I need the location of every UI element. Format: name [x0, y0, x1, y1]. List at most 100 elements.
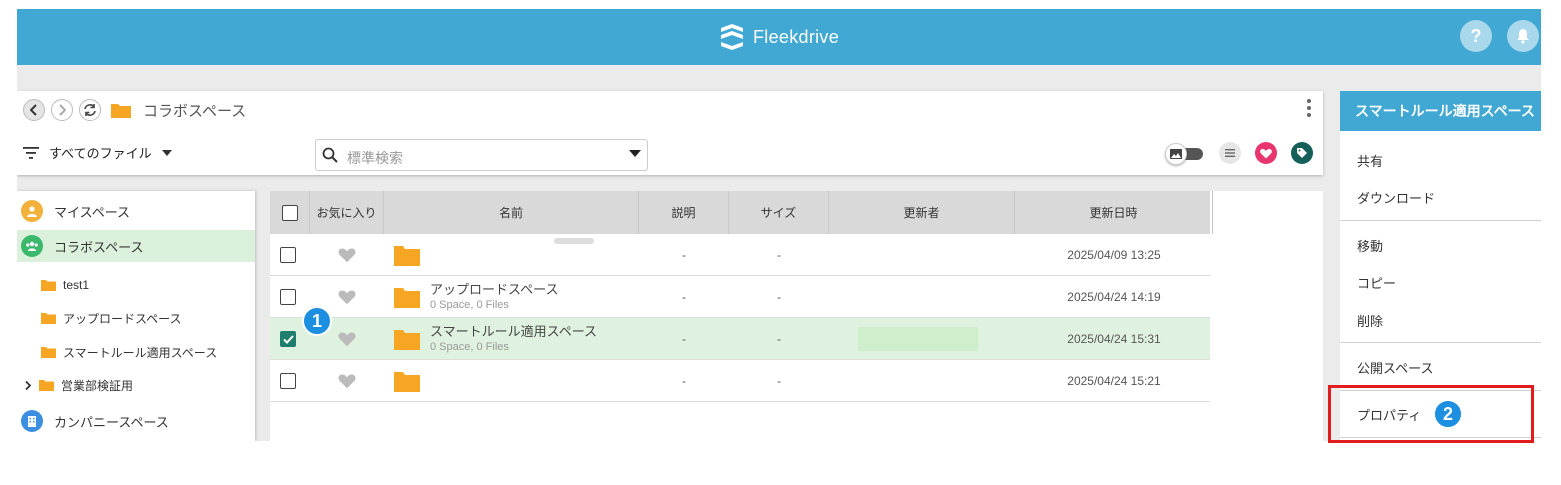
sidebar-item-collab-space[interactable]: コラボスペース — [17, 230, 255, 262]
refresh-button[interactable] — [79, 99, 101, 121]
select-all-cell — [270, 191, 310, 234]
row-description: - — [682, 290, 686, 304]
step-badge-2: 2 — [1433, 399, 1463, 429]
tag-filter-button[interactable] — [1291, 142, 1313, 164]
row-name-cell[interactable]: アップロードスペース 0 Space, 0 Files — [394, 276, 558, 318]
folder-icon — [41, 347, 56, 358]
file-filter-label: すべてのファイル — [49, 146, 152, 161]
row-size: - — [777, 374, 781, 388]
row-size: - — [777, 248, 781, 262]
sidebar-item-label: カンパニースペース — [54, 414, 169, 430]
heart-icon — [1260, 148, 1272, 158]
action-download[interactable]: ダウンロード — [1340, 180, 1541, 214]
sidebar-item-test1[interactable]: test1 — [17, 270, 255, 300]
folder-icon — [394, 288, 420, 308]
toolbar-card: コラボスペース すべてのファイル 標準検索 — [17, 91, 1323, 175]
column-name[interactable]: 名前 — [384, 191, 639, 234]
fleekdrive-logo-icon — [721, 24, 743, 50]
breadcrumb: コラボスペース — [17, 91, 1323, 129]
help-button[interactable]: ? — [1460, 20, 1492, 52]
list-view-button[interactable] — [1219, 142, 1241, 164]
row-checkbox-checked[interactable] — [280, 331, 296, 347]
sidebar-item-company-space[interactable]: カンパニースペース — [17, 405, 255, 437]
row-size: - — [777, 332, 781, 346]
row-meta: 0 Space, 0 Files — [430, 341, 509, 353]
breadcrumb-current[interactable]: コラボスペース — [143, 100, 246, 121]
folder-icon — [394, 246, 420, 266]
folder-icon — [41, 313, 56, 324]
image-icon — [1165, 143, 1187, 165]
redacted-updater — [858, 327, 978, 351]
caret-down-icon — [161, 149, 172, 156]
divider — [1340, 342, 1541, 343]
top-header: Fleekdrive ? — [17, 9, 1541, 65]
row-name-cell[interactable]: スマートルール適用スペース 0 Space, 0 Files — [394, 318, 597, 360]
row-updated: 2025/04/24 15:31 — [1067, 332, 1161, 346]
brand-logo[interactable]: Fleekdrive — [717, 22, 839, 52]
folder-icon — [39, 380, 54, 391]
thumbnail-toggle[interactable] — [1165, 143, 1205, 165]
building-icon — [21, 410, 43, 432]
search-placeholder: 標準検索 — [347, 150, 403, 166]
chevron-right-icon[interactable] — [25, 380, 31, 390]
row-checkbox[interactable] — [280, 289, 296, 305]
heart-icon[interactable] — [338, 247, 356, 263]
column-description[interactable]: 説明 — [639, 191, 729, 234]
file-filter-dropdown[interactable]: すべてのファイル — [23, 143, 172, 162]
sidebar-item-sales-test[interactable]: 営業部検証用 — [17, 370, 255, 400]
column-updater[interactable]: 更新者 — [829, 191, 1015, 234]
row-name-cell[interactable] — [394, 234, 594, 276]
row-checkbox[interactable] — [280, 247, 296, 263]
heart-icon[interactable] — [338, 289, 356, 305]
search-input[interactable]: 標準検索 — [315, 139, 648, 171]
row-name: スマートルール適用スペース — [430, 324, 598, 339]
back-button[interactable] — [23, 99, 45, 121]
row-checkbox[interactable] — [280, 373, 296, 389]
sidebar-item-smart-rule-space[interactable]: スマートルール適用スペース — [17, 337, 255, 367]
action-copy[interactable]: コピー — [1340, 265, 1541, 299]
select-all-checkbox[interactable] — [281, 204, 298, 221]
row-meta: 0 Space, 0 Files — [430, 299, 509, 311]
action-delete[interactable]: 削除 — [1340, 303, 1541, 337]
kebab-icon — [1307, 99, 1311, 117]
bell-icon — [1517, 29, 1529, 44]
table-row-selected[interactable]: スマートルール適用スペース 0 Space, 0 Files - - 2025/… — [270, 318, 1210, 360]
sidebar-item-upload-space[interactable]: アップロードスペース — [17, 303, 255, 333]
refresh-icon — [84, 104, 96, 116]
heart-icon[interactable] — [338, 331, 356, 347]
row-name-cell[interactable] — [394, 360, 420, 402]
sidebar-item-my-space[interactable]: マイスペース — [17, 195, 255, 227]
sidebar-item-label: test1 — [63, 278, 90, 292]
redacted-name — [554, 238, 594, 244]
filter-icon — [23, 146, 39, 159]
forward-button[interactable] — [51, 99, 73, 121]
chevron-left-icon — [30, 104, 37, 116]
more-menu-button[interactable] — [1307, 99, 1311, 120]
search-icon — [322, 147, 338, 163]
column-favorite[interactable]: お気に入り — [310, 191, 384, 234]
help-icon: ? — [1470, 25, 1482, 46]
row-size: - — [777, 290, 781, 304]
table-row[interactable]: - - 2025/04/09 13:25 — [270, 234, 1210, 276]
column-size[interactable]: サイズ — [729, 191, 829, 234]
row-description: - — [682, 374, 686, 388]
action-share[interactable]: 共有 — [1340, 143, 1541, 177]
step-badge-1: 1 — [302, 306, 332, 336]
notification-button[interactable] — [1507, 20, 1539, 52]
row-name: アップロードスペース — [430, 282, 559, 297]
table-row[interactable]: - - 2025/04/24 15:21 — [270, 360, 1210, 402]
table-header: お気に入り 名前 説明 サイズ 更新者 更新日時 — [270, 191, 1213, 234]
group-icon — [21, 235, 43, 257]
divider — [1340, 220, 1541, 221]
heart-icon[interactable] — [338, 373, 356, 389]
column-updated[interactable]: 更新日時 — [1015, 191, 1213, 234]
search-dropdown-caret-icon[interactable] — [629, 150, 641, 157]
action-move[interactable]: 移動 — [1340, 228, 1541, 262]
folder-icon — [394, 330, 420, 350]
action-public-space[interactable]: 公開スペース — [1340, 350, 1541, 384]
chevron-right-icon — [59, 104, 66, 116]
favorites-filter-button[interactable] — [1255, 142, 1277, 164]
action-panel-title: スマートルール適用スペース — [1340, 91, 1541, 131]
table-row[interactable]: アップロードスペース 0 Space, 0 Files - - 2025/04/… — [270, 276, 1210, 318]
sidebar-item-label: スマートルール適用スペース — [63, 345, 218, 360]
